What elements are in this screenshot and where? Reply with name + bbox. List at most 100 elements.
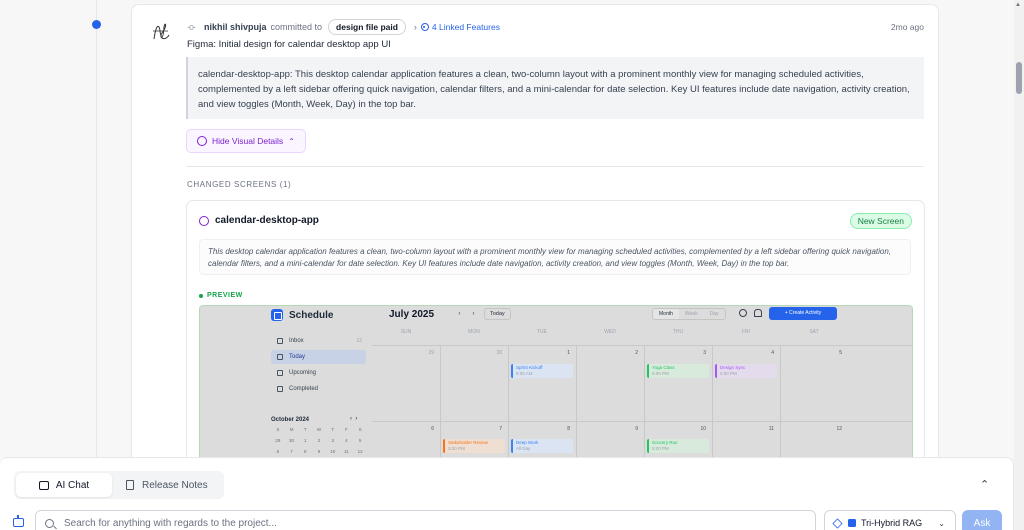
hide-visual-details-button[interactable]: Hide Visual Details ⌃ [186, 129, 306, 153]
preview-date: 10 [700, 426, 706, 432]
tab-release-notes-label: Release Notes [142, 479, 208, 491]
preview-brand: Schedule [271, 309, 333, 321]
preview-event: Stakeholder Review 3:00 PM [443, 439, 505, 453]
chat-icon [38, 480, 49, 490]
branch-pill[interactable]: design file paid [328, 19, 406, 35]
linked-features-link[interactable]: 4 Linked Features [420, 22, 500, 32]
document-icon [126, 480, 134, 490]
preview-nav-label: Upcoming [289, 370, 317, 376]
preview-nav-label: Inbox [289, 338, 304, 344]
ask-button[interactable]: Ask [962, 510, 1002, 530]
preview-view-day: Day [709, 311, 719, 317]
preview-date: 5 [839, 350, 842, 356]
preview-mini-day: 30 [289, 438, 295, 443]
preview-weekday: TUE [537, 329, 547, 335]
preview-nav-completed: Completed [271, 382, 366, 396]
check-icon [277, 386, 283, 392]
preview-mini-day: 29 [275, 438, 281, 443]
bottom-tabs: AI Chat Release Notes [14, 471, 224, 499]
preview-search-icon [739, 309, 747, 317]
preview-mini-day: 3 [331, 438, 334, 443]
linked-features-label: 4 Linked Features [431, 22, 500, 32]
screen-title: calendar-desktop-app [199, 215, 319, 226]
preview-event: Sprint Kickoff 9:00 AM [511, 364, 573, 378]
preview-weekday: SAT [809, 329, 819, 335]
preview-date: 7 [499, 426, 502, 432]
scrollbar-thumb[interactable] [1016, 62, 1022, 94]
preview-mini-day: 7 [290, 449, 293, 454]
preview-event-time: 9:00 AM [516, 371, 533, 376]
preview-mini-day: 8 [304, 449, 307, 454]
commit-time: 2mo ago [890, 22, 924, 32]
palette-icon [197, 136, 207, 146]
palette-icon [199, 215, 209, 226]
chevron-up-icon: ⌃ [288, 136, 295, 146]
preview-grid-line [508, 345, 509, 463]
commit-description: calendar-desktop-app: This desktop calen… [186, 57, 924, 119]
preview-nav-label: Today [289, 354, 306, 360]
preview-event-title: Sprint Kickoff [516, 365, 543, 370]
preview-mini-day: S [358, 427, 362, 432]
preview-nav-upcoming: Upcoming [271, 366, 366, 380]
author-avatar [153, 23, 170, 40]
chevron-right-icon: › [413, 22, 417, 32]
preview-event-time: 3:00 PM [448, 446, 465, 451]
preview-label-text: PREVIEW [207, 292, 243, 299]
preview-main: July 2025 ‹ › Today Month Week Day + Cre… [372, 306, 912, 463]
preview-date: 1 [567, 350, 570, 356]
commit-header: -o- nikhil shivpuja committed to design … [187, 19, 500, 35]
preview-mini-day: S [276, 427, 280, 432]
author-name[interactable]: nikhil shivpuja [204, 22, 267, 32]
changed-screens-label: CHANGED SCREENS (1) [187, 180, 292, 189]
preview-mini-arrows: ‹ › [350, 416, 357, 422]
preview-weekday: FRI [741, 329, 751, 335]
preview-event: Design Sync 2:00 PM [715, 364, 777, 378]
preview-mini-day: 1 [304, 438, 307, 443]
rag-mode-label: Tri-Hybrid RAG [861, 518, 923, 528]
preview-date: 9 [635, 426, 638, 432]
calendar-icon [277, 354, 283, 360]
preview-date: 12 [836, 426, 842, 432]
preview-nav-today: Today [271, 350, 366, 364]
preview-image: Schedule Inbox 12 Today Upcoming Complete… [199, 305, 913, 463]
commit-card: -o- nikhil shivpuja committed to design … [131, 4, 939, 464]
tab-release-notes[interactable]: Release Notes [112, 473, 222, 497]
preview-nav-count: 12 [356, 338, 362, 344]
collapse-panel-button[interactable]: ⌃ [980, 478, 989, 491]
preview-mini-day: W [316, 427, 322, 432]
rag-mode-select[interactable]: Tri-Hybrid RAG ⌄ [824, 510, 956, 530]
hide-visual-label: Hide Visual Details [212, 136, 284, 146]
scroll-up-icon[interactable]: ▲ [1015, 2, 1021, 8]
preview-grid-line [780, 345, 781, 463]
preview-mini-day: T [303, 427, 307, 432]
preview-date: 2 [635, 350, 638, 356]
preview-event-time: All Day [516, 446, 531, 451]
preview-mini-day: 9 [317, 449, 321, 454]
tab-ai-chat-label: AI Chat [55, 479, 90, 491]
timeline-line [96, 0, 97, 460]
preview-date: 3 [703, 350, 706, 356]
bot-icon [13, 515, 24, 527]
tab-ai-chat[interactable]: AI Chat [16, 473, 112, 497]
chevron-down-icon: ⌄ [938, 518, 945, 528]
search-input[interactable] [64, 517, 764, 529]
new-screen-badge: New Screen [849, 213, 912, 229]
preview-event-title: Design Sync [720, 365, 746, 370]
preview-date: 6 [431, 426, 434, 432]
preview-grid-line [644, 345, 645, 463]
calendar-logo-icon [271, 309, 283, 321]
search-icon [45, 518, 54, 528]
preview-event-title: Deep Work [516, 440, 539, 445]
preview-grid-line [440, 345, 441, 463]
preview-event-title: Grocery Run [652, 440, 678, 445]
layers-icon [832, 517, 843, 529]
preview-mini-day: F [345, 427, 348, 432]
preview-date: 4 [771, 350, 774, 356]
preview-label: PREVIEW [199, 292, 243, 299]
preview-mini-next: › [355, 416, 358, 422]
preview-mini-month: October 2024 [271, 417, 310, 423]
preview-grid-line [372, 421, 912, 422]
preview-event-time: 6:00 PM [652, 371, 669, 376]
search-box[interactable] [35, 510, 816, 530]
commit-action: committed to [270, 22, 323, 32]
